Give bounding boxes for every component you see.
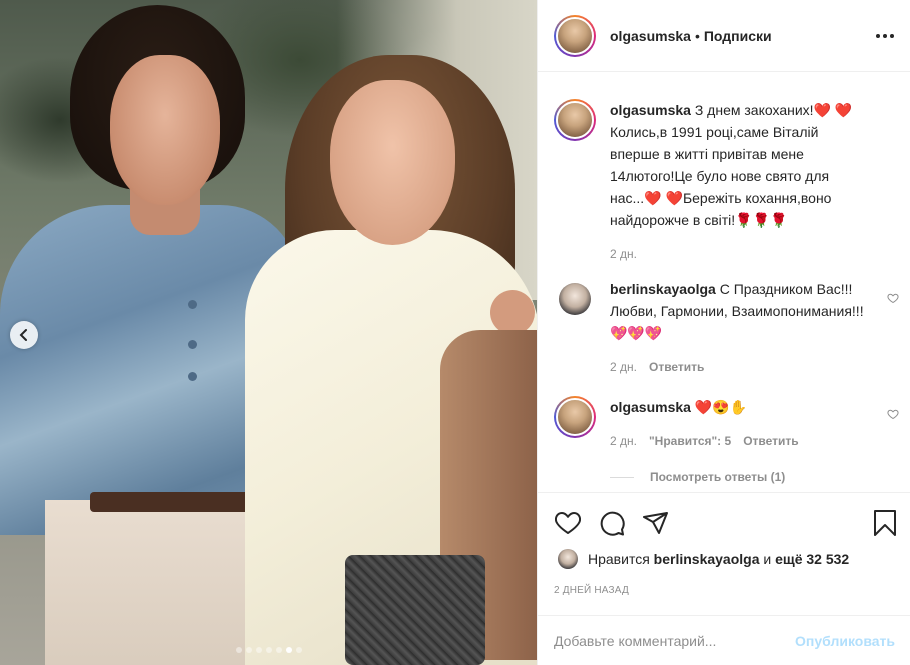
man-hand (490, 290, 535, 335)
shirt-button (188, 340, 197, 349)
likes-summary: Нравится berlinskayaolga и ещё 32 532 (558, 549, 849, 569)
bookmark-icon (874, 510, 896, 536)
reply-button[interactable]: Ответить (649, 356, 704, 378)
comment-text: ❤️😍✋ (694, 399, 748, 415)
woman-face (330, 80, 455, 245)
more-horizontal-icon (876, 34, 894, 38)
likes-count[interactable]: ещё 32 532 (775, 551, 849, 567)
header-separator: • (694, 27, 700, 44)
avatar[interactable] (554, 14, 596, 57)
heart-icon[interactable] (887, 408, 899, 420)
like-button[interactable] (554, 509, 582, 537)
liker-avatar[interactable] (558, 549, 578, 569)
comment-time[interactable]: 2 дн. (610, 430, 637, 452)
share-icon (643, 512, 668, 534)
publish-button[interactable]: Опубликовать (795, 633, 895, 649)
comment-avatar[interactable] (554, 278, 596, 320)
header-username[interactable]: olgasumska (610, 28, 691, 44)
comment-button[interactable] (598, 509, 626, 537)
shirt-button (188, 372, 197, 381)
replies-divider (610, 476, 634, 478)
carousel-prev-button[interactable] (10, 321, 38, 349)
post-photo[interactable] (0, 0, 537, 665)
caption-text: З днем закоханих!❤️ ❤️ Колись,в 1991 роц… (610, 102, 853, 228)
carousel-dot (245, 647, 252, 653)
list-item: olgasumska ❤️😍✋ 2 дн. "Нравится": 5 Отве… (554, 396, 899, 452)
comment-likes[interactable]: "Нравится": 5 (649, 430, 731, 452)
post-timestamp[interactable]: 2 ДНЕЙ НАЗАД (554, 585, 629, 596)
carousel-dot (275, 647, 282, 653)
comment-input[interactable] (554, 633, 796, 649)
more-options-button[interactable] (875, 26, 895, 46)
heart-icon (555, 512, 581, 534)
follow-button[interactable]: Подписки (704, 28, 772, 44)
save-button[interactable] (873, 509, 901, 537)
comments-list[interactable]: olgasumska З днем закоханих!❤️ ❤️ Колись… (538, 72, 910, 492)
likes-prefix: Нравится (588, 551, 650, 567)
post-actions: Нравится berlinskayaolga и ещё 32 532 2 … (538, 492, 910, 665)
carousel-dot (295, 647, 302, 653)
share-button[interactable] (642, 509, 670, 537)
liker-username[interactable]: berlinskayaolga (654, 551, 760, 567)
carousel-dot (255, 647, 262, 653)
comment-username[interactable]: berlinskayaolga (610, 281, 716, 297)
reply-button[interactable]: Ответить (743, 430, 798, 452)
post-panel: olgasumska • Подписки olgasumska З днем … (537, 0, 910, 665)
caption-time[interactable]: 2 дн. (610, 243, 637, 265)
comment-icon (600, 511, 625, 536)
comment-avatar[interactable] (554, 396, 596, 438)
carousel-dot (265, 647, 272, 653)
post-header: olgasumska • Подписки (538, 0, 910, 72)
caption-avatar[interactable] (554, 99, 596, 141)
list-item: berlinskayaolga С Праздником Вас!!! Любв… (554, 278, 899, 378)
view-replies-label: Посмотреть ответы (1) (650, 470, 786, 484)
shirt-button (188, 300, 197, 309)
carousel-dot (235, 647, 242, 653)
caption: olgasumska З днем закоханих!❤️ ❤️ Колись… (554, 99, 899, 265)
comment-time[interactable]: 2 дн. (610, 356, 637, 378)
man-face (110, 55, 220, 205)
chevron-left-icon (19, 329, 27, 341)
comment-username[interactable]: olgasumska (610, 399, 691, 415)
carousel-dot (285, 647, 292, 653)
carousel-indicator (0, 647, 537, 653)
view-replies-button[interactable]: Посмотреть ответы (1) (610, 470, 785, 484)
caption-username[interactable]: olgasumska (610, 102, 691, 118)
heart-icon[interactable] (887, 292, 899, 304)
likes-conjunction: и (763, 551, 772, 567)
man-belt (90, 492, 265, 512)
comment-form: Опубликовать (538, 615, 910, 665)
